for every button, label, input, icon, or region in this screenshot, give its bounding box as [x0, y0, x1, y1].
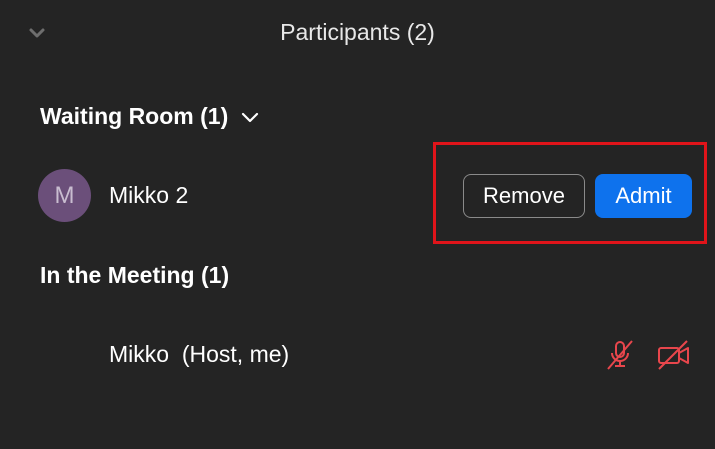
panel-title: Participants (2) [280, 19, 435, 45]
waiting-room-header[interactable]: Waiting Room (1) [40, 103, 262, 130]
panel-header: Participants (2) [0, 0, 715, 70]
avatar: M [38, 169, 91, 222]
admit-button[interactable]: Admit [595, 174, 692, 218]
participant-name: Mikko (Host, me) [109, 341, 290, 367]
participant-name: Mikko 2 [109, 182, 189, 208]
participants-panel: Participants (2) Waiting Room (1) M Mikk… [0, 0, 715, 449]
video-off-icon[interactable] [656, 337, 692, 373]
mic-muted-icon[interactable] [602, 337, 638, 373]
in-meeting-title: In the Meeting (1) [40, 262, 230, 288]
remove-button[interactable]: Remove [463, 174, 585, 218]
chevron-down-icon[interactable] [240, 109, 262, 125]
waiting-room-title: Waiting Room (1) [40, 103, 229, 129]
